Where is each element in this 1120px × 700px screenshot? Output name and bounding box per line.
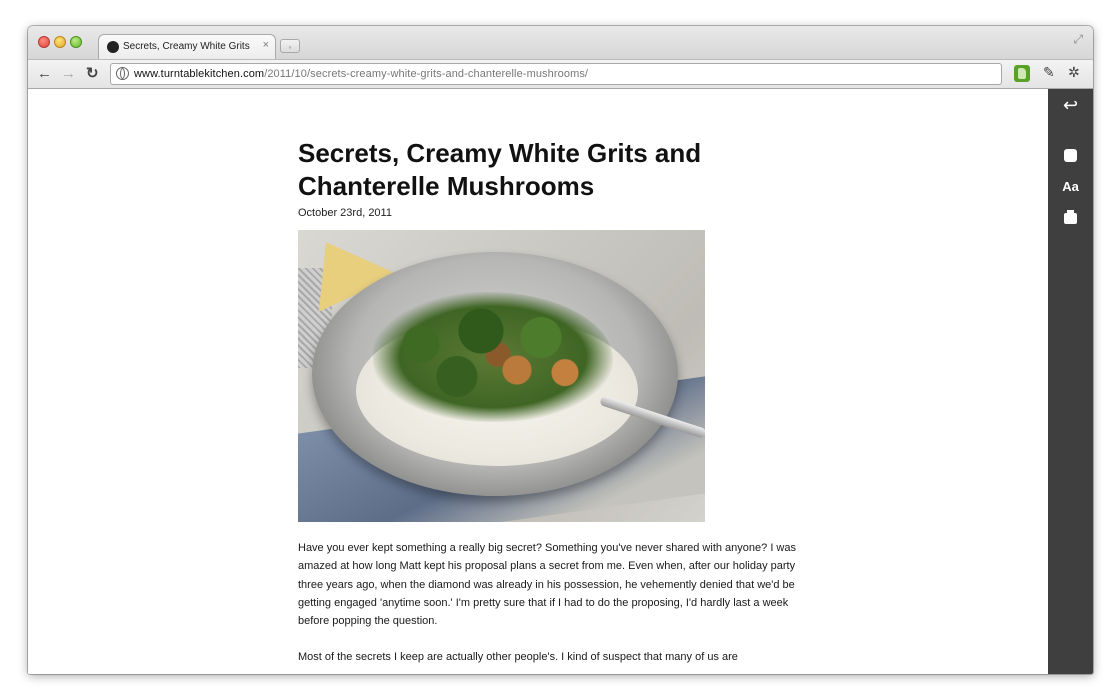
close-window-button[interactable] [38,36,50,48]
article-title: Secrets, Creamy White Grits and Chantere… [298,138,702,201]
photo-herbs [373,292,613,422]
favicon-icon [107,41,119,53]
url-path: /2011/10/secrets-creamy-white-grits-and-… [264,68,589,80]
browser-toolbar: ← → ↻ www.turntablekitchen.com/2011/10/s… [28,59,1093,89]
minimize-window-button[interactable] [54,36,66,48]
article-paragraph: Have you ever kept something a really bi… [298,542,796,628]
browser-tab[interactable]: Secrets, Creamy White Grits × [98,34,276,60]
back-icon[interactable]: ↩ [1048,95,1093,116]
tab-title: Secrets, Creamy White Grits [123,41,250,52]
url-host: www.turntablekitchen.com [134,68,265,80]
article-paragraph: Most of the secrets I keep are actually … [298,651,738,664]
font-size-icon[interactable]: Aa [1048,179,1093,194]
article-photo [298,230,705,522]
reload-icon[interactable]: ↻ [86,65,99,83]
new-tab-button[interactable]: ◦ [280,39,300,53]
globe-icon [116,67,129,80]
browser-window: Secrets, Creamy White Grits × ◦ ⤢ ← → ↻ … [28,26,1093,674]
clip-icon[interactable]: ✎ [1043,64,1055,81]
article: Secrets, Creamy White Grits and Chantere… [298,137,818,667]
evernote-icon[interactable] [1014,65,1030,82]
fullscreen-icon[interactable]: ⤢ [1073,32,1083,47]
title-bar: Secrets, Creamy White Grits × ◦ ⤢ [28,26,1093,60]
wrench-icon[interactable]: ✲ [1068,64,1080,81]
tab-close-icon[interactable]: × [263,39,269,51]
page-viewport: Secrets, Creamy White Grits and Chantere… [28,89,1048,674]
reader-sidebar: ↩ Aa [1048,89,1093,674]
back-arrow-icon[interactable]: ← [37,65,52,83]
address-bar[interactable]: www.turntablekitchen.com/2011/10/secrets… [110,63,1002,85]
zoom-window-button[interactable] [70,36,82,48]
url-text[interactable]: www.turntablekitchen.com/2011/10/secrets… [134,68,588,80]
article-date: October 23rd, 2011 [298,207,392,219]
forward-arrow-icon[interactable]: → [61,65,76,83]
evernote-icon[interactable] [1064,149,1077,162]
print-icon[interactable] [1064,210,1077,224]
